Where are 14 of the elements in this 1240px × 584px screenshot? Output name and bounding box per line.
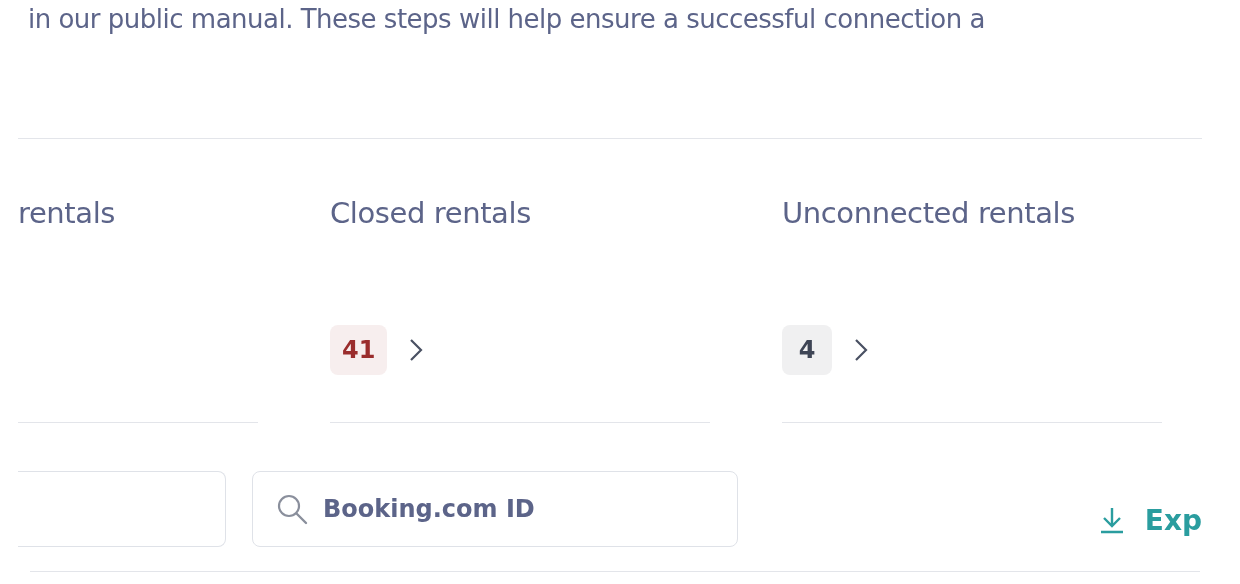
card-title: Closed rentals <box>330 195 532 232</box>
search-field[interactable]: Booking.com ID <box>252 471 738 547</box>
input-field[interactable] <box>18 471 226 547</box>
download-icon <box>1098 505 1125 535</box>
card-title: rentals <box>18 195 116 232</box>
card-title: Unconnected rentals <box>782 195 1076 232</box>
export-button[interactable]: Exp <box>1098 503 1202 537</box>
search-icon <box>275 492 309 526</box>
count-badge: 4 <box>782 325 832 375</box>
count-badge: 41 <box>330 325 388 375</box>
intro-text: in our public manual. These steps will help ensure a successful connection a <box>27 3 986 36</box>
chevron-right-icon[interactable] <box>409 338 424 362</box>
chevron-right-icon[interactable] <box>854 338 868 362</box>
search-input[interactable]: Booking.com ID <box>321 494 705 524</box>
